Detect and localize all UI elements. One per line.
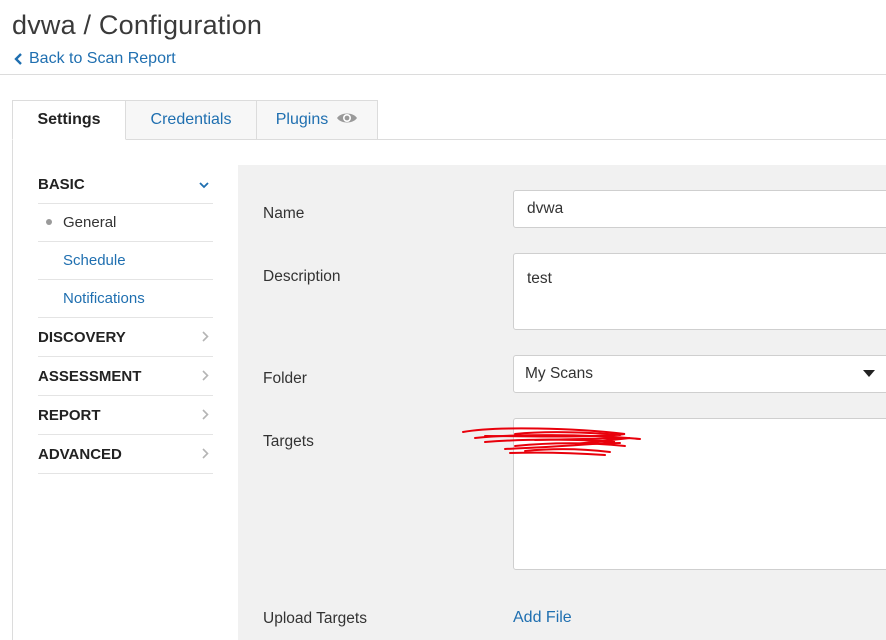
upload-targets-label: Upload Targets xyxy=(263,610,367,627)
chevron-right-icon xyxy=(202,368,209,385)
tab-settings[interactable]: Settings xyxy=(12,100,126,140)
tab-settings-label: Settings xyxy=(37,111,101,128)
tab-plugins-label: Plugins xyxy=(275,111,329,128)
sidenav-section-discovery[interactable]: DISCOVERY xyxy=(38,318,213,357)
redaction-scribble xyxy=(455,422,650,465)
tab-credentials[interactable]: Credentials xyxy=(126,100,257,140)
back-link-label: Back to Scan Report xyxy=(29,50,176,67)
caret-down-icon xyxy=(863,370,875,377)
sidenav-item-label: Notifications xyxy=(63,290,145,307)
chevron-right-icon xyxy=(202,329,209,346)
sidenav-item-label: Schedule xyxy=(63,252,126,269)
sidenav-section-label: DISCOVERY xyxy=(38,328,126,346)
chevron-right-icon xyxy=(202,407,209,424)
name-field[interactable]: dvwa xyxy=(513,190,886,228)
sidenav-section-label: REPORT xyxy=(38,406,101,424)
sidenav-section-basic[interactable]: BASIC xyxy=(38,165,213,204)
chevron-right-icon xyxy=(202,446,209,463)
sidenav-section-report[interactable]: REPORT xyxy=(38,396,213,435)
sidenav-section-label: ASSESSMENT xyxy=(38,367,142,385)
content-border xyxy=(12,140,13,640)
chevron-down-icon xyxy=(199,176,209,193)
sidenav-item-schedule[interactable]: Schedule xyxy=(38,242,213,280)
page-title: dvwa / Configuration xyxy=(12,10,263,40)
tab-bar: Settings Credentials Plugins xyxy=(12,100,378,140)
sidenav-item-notifications[interactable]: Notifications xyxy=(38,280,213,318)
description-label: Description xyxy=(263,268,341,285)
back-to-scan-report-link[interactable]: Back to Scan Report xyxy=(14,50,176,68)
sidenav-section-label: ADVANCED xyxy=(38,445,122,463)
tab-plugins[interactable]: Plugins xyxy=(257,100,378,140)
sidenav-section-advanced[interactable]: ADVANCED xyxy=(38,435,213,474)
sidenav-section-label: BASIC xyxy=(38,175,85,193)
current-item-bullet xyxy=(46,219,52,225)
scan-configuration-page: dvwa / Configuration Back to Scan Report… xyxy=(0,0,886,640)
targets-label: Targets xyxy=(263,433,314,450)
description-textarea[interactable]: test xyxy=(513,253,886,330)
tab-bar-divider xyxy=(378,139,886,140)
tab-credentials-label: Credentials xyxy=(150,111,232,128)
folder-select[interactable]: My Scans xyxy=(513,355,886,393)
sidenav-section-assessment[interactable]: ASSESSMENT xyxy=(38,357,213,396)
settings-sidenav: BASIC General Schedule Notifications DIS… xyxy=(38,165,213,474)
add-file-link[interactable]: Add File xyxy=(513,609,572,627)
name-label: Name xyxy=(263,205,305,222)
chevron-left-icon xyxy=(14,53,23,65)
eye-icon xyxy=(336,111,358,130)
sidenav-item-general[interactable]: General xyxy=(38,204,213,242)
header-divider xyxy=(0,74,886,75)
folder-label: Folder xyxy=(263,370,307,387)
sidenav-item-label: General xyxy=(63,214,117,231)
